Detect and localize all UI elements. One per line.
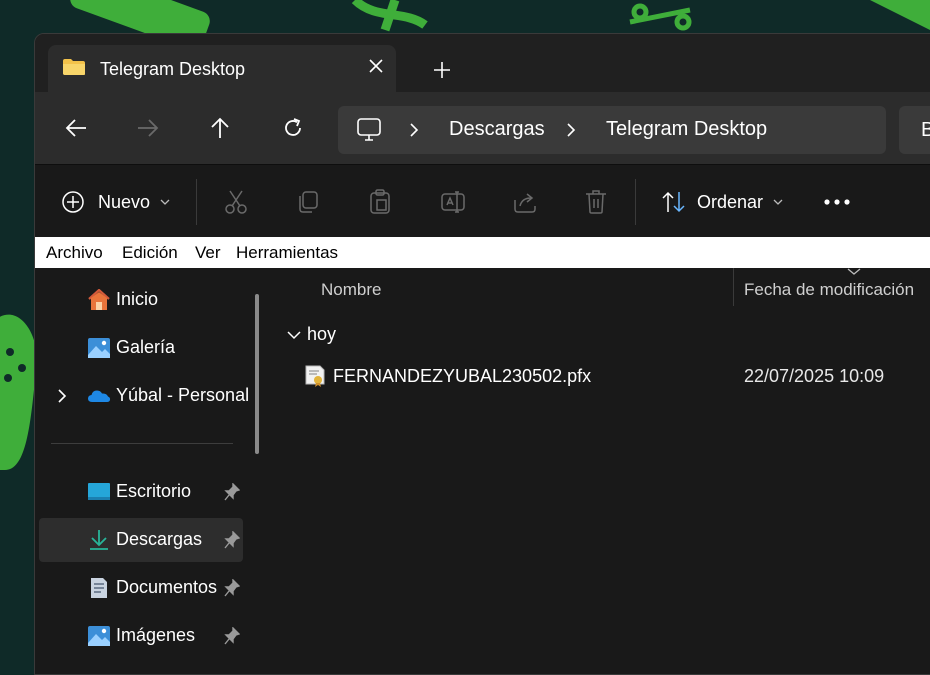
menu-bar: Archivo Edición Ver Herramientas [35, 237, 930, 268]
search-placeholder: B [921, 119, 930, 142]
this-pc-icon [357, 118, 381, 141]
sidebar-item-label: Yúbal - Personal [116, 385, 250, 405]
sidebar-item-documentos[interactable]: Documentos [39, 566, 243, 610]
explorer-window: Telegram Desktop Descargas Telegram Desk… [34, 33, 930, 675]
menu-ver[interactable]: Ver [195, 243, 221, 263]
pin-icon[interactable] [224, 531, 240, 549]
refresh-icon[interactable] [277, 112, 309, 144]
sidebar-item-label: Descargas [116, 529, 203, 549]
chevron-right-icon [410, 123, 419, 137]
sidebar-item-descargas[interactable]: Descargas [39, 518, 243, 562]
separator [196, 179, 197, 225]
cut-icon[interactable] [224, 185, 248, 219]
documents-icon [91, 578, 107, 598]
paste-icon[interactable] [368, 185, 392, 219]
more-options-icon[interactable] [823, 185, 851, 219]
sort-button[interactable]: Ordenar [661, 185, 783, 219]
sidebar-scrollbar[interactable] [255, 294, 259, 454]
sort-icon [662, 191, 685, 213]
chevron-down-icon [160, 199, 170, 205]
gallery-icon [88, 338, 110, 358]
file-list: Nombre Fecha de modificación hoy FERNAND… [273, 268, 930, 674]
chevron-right-icon[interactable] [55, 387, 69, 405]
sidebar-item-label: Documentos [116, 577, 218, 597]
chevron-down-icon [287, 330, 301, 339]
delete-icon[interactable] [584, 185, 608, 219]
pictures-icon [88, 626, 110, 646]
column-header-name[interactable]: Nombre [321, 280, 381, 300]
add-circle-icon [62, 191, 84, 213]
close-tab-icon[interactable] [364, 54, 388, 78]
sort-button-label: Ordenar [697, 191, 764, 212]
sidebar-item-inicio[interactable]: Inicio [39, 278, 243, 322]
download-icon [90, 530, 108, 550]
onedrive-icon [88, 390, 111, 402]
pin-icon[interactable] [224, 627, 240, 645]
home-icon [88, 289, 110, 310]
rename-icon[interactable] [440, 185, 466, 219]
share-icon[interactable] [512, 185, 538, 219]
certificate-file-icon [305, 365, 325, 387]
copy-icon[interactable] [296, 185, 320, 219]
navigation-pane: Inicio Galería Yúbal - Personal Escritor… [35, 268, 271, 674]
sidebar-item-label: Galería [116, 337, 176, 357]
sidebar-item-escritorio[interactable]: Escritorio [39, 470, 243, 514]
new-tab-icon[interactable] [428, 56, 456, 84]
breadcrumb-telegram-desktop[interactable]: Telegram Desktop [606, 118, 767, 141]
forward-arrow-icon[interactable] [132, 112, 164, 144]
column-header-modified[interactable]: Fecha de modificación [744, 280, 914, 300]
file-modified-date: 22/07/2025 10:09 [744, 366, 885, 386]
folder-icon [63, 59, 85, 75]
menu-herramientas[interactable]: Herramientas [236, 243, 338, 263]
desktop-icon [88, 483, 110, 500]
menu-archivo[interactable]: Archivo [46, 243, 103, 263]
tab-telegram-desktop[interactable]: Telegram Desktop [48, 45, 396, 92]
sidebar-item-label: Inicio [116, 289, 159, 309]
group-header[interactable]: hoy [287, 324, 336, 345]
separator [635, 179, 636, 225]
search-box[interactable]: B [899, 106, 930, 154]
title-bar: Telegram Desktop [35, 34, 930, 92]
breadcrumb-descargas[interactable]: Descargas [449, 118, 545, 141]
sidebar-item-label: Imágenes [116, 625, 196, 645]
command-bar: Nuevo Ordenar [35, 165, 930, 237]
sidebar-item-galeria[interactable]: Galería [39, 326, 243, 370]
up-arrow-icon[interactable] [204, 112, 236, 144]
new-button-label: Nuevo [98, 191, 151, 212]
sidebar-item-imagenes[interactable]: Imágenes [39, 614, 243, 658]
pin-icon[interactable] [224, 579, 240, 597]
tab-title: Telegram Desktop [100, 59, 246, 79]
menu-edicion[interactable]: Edición [122, 243, 178, 263]
chevron-down-icon [773, 199, 783, 205]
back-arrow-icon[interactable] [60, 112, 92, 144]
group-label: hoy [307, 324, 337, 344]
sidebar-item-yubal-personal[interactable]: Yúbal - Personal [39, 374, 249, 418]
address-bar[interactable]: Descargas Telegram Desktop [338, 106, 886, 154]
file-name: FERNANDEZYUBAL230502.pfx [333, 366, 592, 386]
navigation-bar: Descargas Telegram Desktop B [35, 92, 930, 164]
sidebar-item-label: Escritorio [116, 481, 192, 501]
new-button[interactable]: Nuevo [61, 185, 170, 219]
column-separator[interactable] [733, 268, 734, 306]
table-row[interactable]: FERNANDEZYUBAL230502.pfx 22/07/2025 10:0… [293, 360, 930, 396]
pin-icon[interactable] [224, 483, 240, 501]
sidebar-divider [51, 443, 233, 444]
sort-indicator-icon [847, 268, 861, 275]
chevron-right-icon [567, 123, 576, 137]
